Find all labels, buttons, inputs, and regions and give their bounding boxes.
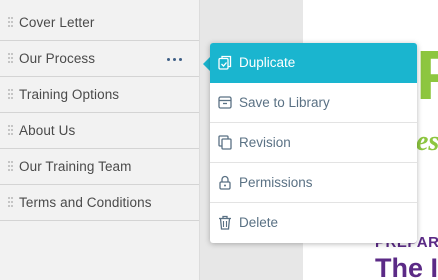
menu-item-label: Delete bbox=[239, 215, 279, 230]
section-sidebar: Cover Letter Our Process Training Option… bbox=[0, 0, 200, 280]
document-title-fragment: The I bbox=[375, 253, 438, 280]
more-options-icon[interactable] bbox=[165, 52, 185, 66]
menu-item-permissions[interactable]: Permissions bbox=[210, 163, 417, 203]
section-label: Terms and Conditions bbox=[19, 195, 152, 210]
duplicate-icon bbox=[218, 55, 232, 70]
section-label: Our Process bbox=[19, 51, 96, 66]
drag-handle-icon[interactable] bbox=[8, 161, 13, 172]
section-item-terms-and-conditions[interactable]: Terms and Conditions bbox=[0, 185, 199, 221]
menu-item-label: Duplicate bbox=[239, 55, 296, 70]
section-item-cover-letter[interactable]: Cover Letter bbox=[0, 5, 199, 41]
menu-item-label: Revision bbox=[239, 135, 291, 150]
section-item-about-us[interactable]: About Us bbox=[0, 113, 199, 149]
drag-handle-icon[interactable] bbox=[8, 125, 13, 136]
section-context-menu: Duplicate Save to Library Revision Permi… bbox=[210, 43, 417, 243]
menu-item-save-to-library[interactable]: Save to Library bbox=[210, 83, 417, 123]
section-label: Training Options bbox=[19, 87, 120, 102]
document-subheading-fragment: es bbox=[416, 126, 438, 157]
drag-handle-icon[interactable] bbox=[8, 89, 13, 100]
menu-item-delete[interactable]: Delete bbox=[210, 203, 417, 243]
revision-icon bbox=[218, 135, 232, 150]
section-item-our-training-team[interactable]: Our Training Team bbox=[0, 149, 199, 185]
drag-handle-icon[interactable] bbox=[8, 197, 13, 208]
menu-item-label: Permissions bbox=[239, 175, 313, 190]
trash-icon bbox=[218, 215, 232, 230]
drag-handle-icon[interactable] bbox=[8, 53, 13, 64]
section-label: About Us bbox=[19, 123, 76, 138]
document-heading-fragment: P bbox=[416, 40, 438, 110]
library-icon bbox=[218, 95, 232, 110]
drag-handle-icon[interactable] bbox=[8, 17, 13, 28]
section-item-training-options[interactable]: Training Options bbox=[0, 77, 199, 113]
menu-pointer bbox=[203, 57, 210, 71]
menu-item-duplicate[interactable]: Duplicate bbox=[210, 43, 417, 83]
menu-item-revision[interactable]: Revision bbox=[210, 123, 417, 163]
lock-icon bbox=[218, 175, 232, 190]
section-list: Cover Letter Our Process Training Option… bbox=[0, 5, 199, 221]
section-label: Cover Letter bbox=[19, 15, 95, 30]
section-label: Our Training Team bbox=[19, 159, 132, 174]
menu-item-label: Save to Library bbox=[239, 95, 330, 110]
section-item-our-process[interactable]: Our Process bbox=[0, 41, 199, 77]
